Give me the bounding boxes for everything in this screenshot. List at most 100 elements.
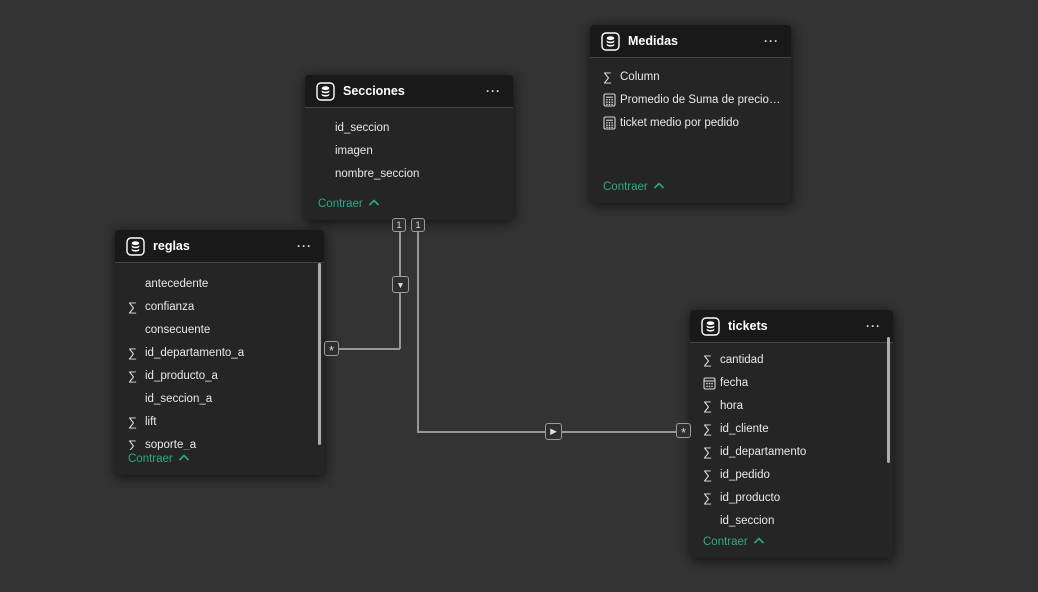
field-label: id_producto_a — [145, 370, 228, 382]
model-view-canvas: { "colors": { "background": "#333333", "… — [0, 0, 1038, 592]
field-label: hora — [720, 400, 753, 412]
field-row-imagen[interactable]: imagen — [305, 139, 513, 162]
cardinality-many-marker[interactable]: * — [676, 423, 691, 438]
collapse-link[interactable]: Contraer — [703, 533, 765, 551]
field-label: Promedio de Suma de precio_total... — [620, 94, 791, 106]
field-row-lift[interactable]: ∑lift — [115, 410, 324, 433]
field-row-id_departamento_a[interactable]: ∑id_departamento_a — [115, 341, 324, 364]
field-label: id_seccion_a — [145, 393, 222, 405]
collapse-link[interactable]: Contraer — [603, 178, 665, 196]
field-label: id_departamento — [720, 446, 816, 458]
table-header-secciones[interactable]: Secciones ··· — [305, 75, 513, 108]
calendar-icon — [703, 376, 720, 390]
table-icon — [316, 82, 335, 101]
field-row-antecedente[interactable]: antecedente — [115, 272, 324, 295]
calculator-icon — [603, 93, 620, 107]
chevron-up-icon — [653, 178, 665, 196]
table-card-tickets[interactable]: tickets ··· ∑cantidadfecha∑hora∑id_clien… — [690, 310, 893, 558]
sigma-icon: ∑ — [703, 491, 720, 505]
field-row-confianza[interactable]: ∑confianza — [115, 295, 324, 318]
more-options-icon[interactable]: ··· — [864, 319, 883, 333]
scrollbar-thumb[interactable] — [887, 337, 891, 463]
cardinality-many-marker[interactable]: * — [324, 341, 339, 356]
field-label: id_departamento_a — [145, 347, 254, 359]
field-list: antecedente∑confianzaconsecuente∑id_depa… — [115, 272, 324, 456]
sigma-icon: ∑ — [128, 415, 145, 429]
field-row-id_pedido[interactable]: ∑id_pedido — [690, 463, 893, 486]
field-label: id_seccion — [335, 122, 399, 134]
field-row-fecha[interactable]: fecha — [690, 371, 893, 394]
sigma-icon: ∑ — [703, 445, 720, 459]
field-label: id_pedido — [720, 469, 780, 481]
field-label: ticket medio por pedido — [620, 117, 749, 129]
chevron-up-icon — [753, 533, 765, 551]
chevron-up-icon — [178, 450, 190, 468]
table-icon — [701, 317, 720, 336]
field-label: soporte_a — [145, 439, 206, 451]
table-title: reglas — [153, 239, 295, 253]
field-row-id_seccion[interactable]: id_seccion — [690, 509, 893, 532]
sigma-icon: ∑ — [703, 422, 720, 436]
table-card-reglas[interactable]: reglas ··· antecedente∑confianzaconsecue… — [115, 230, 324, 475]
more-options-icon[interactable]: ··· — [484, 84, 503, 98]
cardinality-one-marker[interactable]: 1 — [392, 218, 406, 232]
table-header-tickets[interactable]: tickets ··· — [690, 310, 893, 343]
table-icon — [126, 237, 145, 256]
field-label: imagen — [335, 145, 383, 157]
sigma-icon: ∑ — [128, 300, 145, 314]
sigma-icon: ∑ — [703, 468, 720, 482]
field-list: ∑Column Promedio de Suma de precio_total.… — [590, 65, 791, 134]
field-row-id_producto_a[interactable]: ∑id_producto_a — [115, 364, 324, 387]
field-label: id_producto — [720, 492, 790, 504]
field-row-consecuente[interactable]: consecuente — [115, 318, 324, 341]
field-row-id_producto[interactable]: ∑id_producto — [690, 486, 893, 509]
field-row-Promedio de Suma de precio_total...[interactable]: Promedio de Suma de precio_total... — [590, 88, 791, 111]
chevron-up-icon — [368, 195, 380, 213]
field-label: id_seccion — [720, 515, 784, 527]
sigma-icon: ∑ — [703, 353, 720, 367]
field-row-id_departamento[interactable]: ∑id_departamento — [690, 440, 893, 463]
field-label: id_cliente — [720, 423, 779, 435]
table-title: Medidas — [628, 34, 762, 48]
table-card-secciones[interactable]: Secciones ··· id_seccionimagen nombre_sec… — [305, 75, 513, 220]
table-header-medidas[interactable]: Medidas ··· — [590, 25, 791, 58]
sigma-icon: ∑ — [603, 70, 620, 84]
collapse-link[interactable]: Contraer — [318, 195, 380, 213]
field-row-nombre_seccion[interactable]: nombre_seccion — [305, 162, 513, 185]
field-row-Column[interactable]: ∑Column — [590, 65, 791, 88]
filter-direction-down-icon[interactable]: ▼ — [392, 276, 409, 293]
scrollbar-thumb[interactable] — [318, 263, 322, 445]
collapse-link[interactable]: Contraer — [128, 450, 190, 468]
more-options-icon[interactable]: ··· — [295, 239, 314, 253]
field-row-id_seccion[interactable]: id_seccion — [305, 116, 513, 139]
sigma-icon: ∑ — [128, 369, 145, 383]
relationship-line-secciones-reglas[interactable] — [338, 348, 400, 350]
field-label: fecha — [720, 377, 758, 389]
field-row-cantidad[interactable]: ∑cantidad — [690, 348, 893, 371]
table-icon — [601, 32, 620, 51]
table-title: Secciones — [343, 84, 484, 98]
more-options-icon[interactable]: ··· — [762, 34, 781, 48]
field-row-id_seccion_a[interactable]: id_seccion_a — [115, 387, 324, 410]
filter-direction-right-icon[interactable]: ▶ — [545, 423, 562, 440]
field-label: confianza — [145, 301, 204, 313]
calculator-icon — [603, 116, 620, 130]
field-label: Column — [620, 71, 670, 83]
field-row-hora[interactable]: ∑hora — [690, 394, 893, 417]
table-header-reglas[interactable]: reglas ··· — [115, 230, 324, 263]
table-title: tickets — [728, 319, 864, 333]
field-row-ticket medio por pedido[interactable]: ticket medio por pedido — [590, 111, 791, 134]
field-label: cantidad — [720, 354, 773, 366]
table-card-medidas[interactable]: Medidas ··· ∑Column Promedio de Suma de p… — [590, 25, 791, 203]
cardinality-one-marker[interactable]: 1 — [411, 218, 425, 232]
field-label: antecedente — [145, 278, 218, 290]
relationship-line-secciones-tickets[interactable] — [417, 220, 419, 432]
sigma-icon: ∑ — [128, 346, 145, 360]
field-label: consecuente — [145, 324, 220, 336]
sigma-icon: ∑ — [703, 399, 720, 413]
field-label: lift — [145, 416, 167, 428]
field-list: ∑cantidadfecha∑hora∑id_cliente∑id_depart… — [690, 348, 893, 532]
field-list: id_seccionimagen nombre_seccion — [305, 116, 513, 185]
field-label: nombre_seccion — [335, 168, 429, 180]
field-row-id_cliente[interactable]: ∑id_cliente — [690, 417, 893, 440]
